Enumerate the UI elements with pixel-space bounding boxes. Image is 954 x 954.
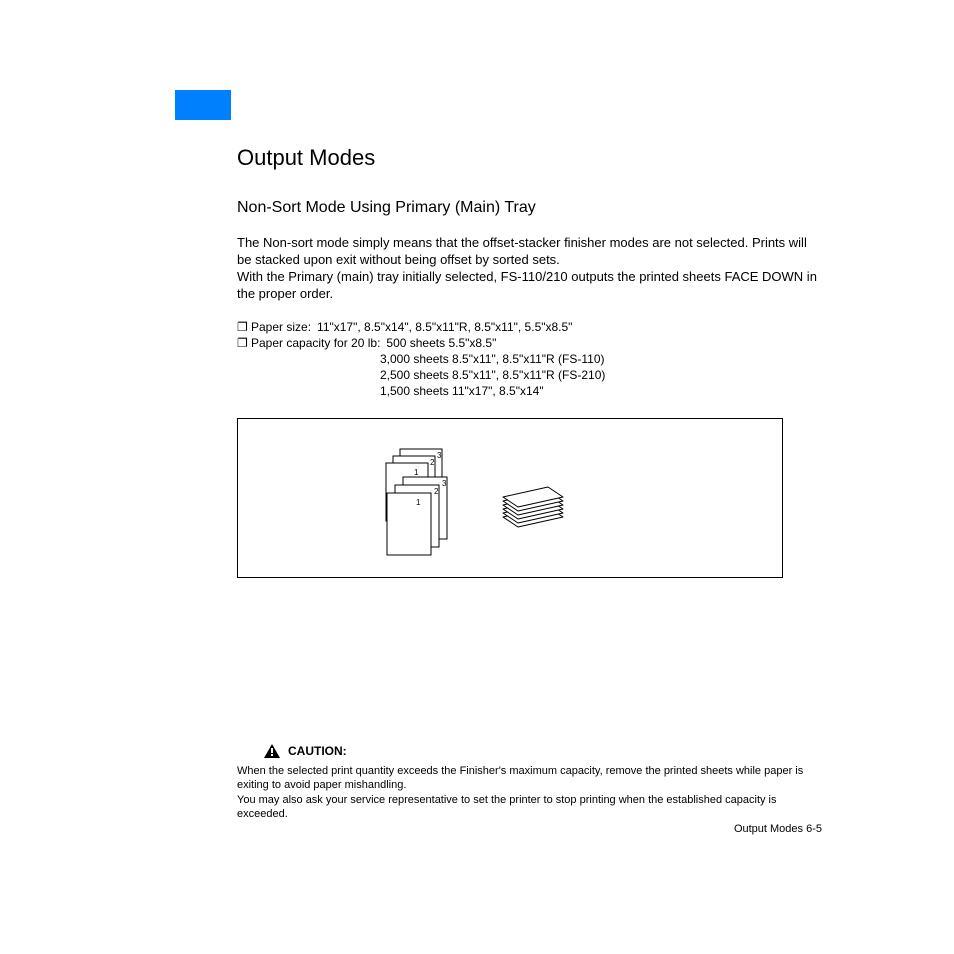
spec-value: 11"x17", 8.5"x14", 8.5"x11"R, 8.5"x11", … xyxy=(311,319,572,335)
page-number: 1 xyxy=(414,468,419,477)
page-stack-front: 3 2 1 xyxy=(387,477,447,555)
spec-label: Paper capacity for 20 lb: xyxy=(251,335,380,351)
bullet-icon: ❐ xyxy=(237,319,251,335)
page-number: 2 xyxy=(434,487,439,496)
spec-value: 1,500 sheets 11"x17", 8.5"x14" xyxy=(380,383,822,399)
page-number: 2 xyxy=(430,458,435,467)
warning-icon xyxy=(264,744,280,758)
specifications: ❐ Paper size: 11"x17", 8.5"x14", 8.5"x11… xyxy=(237,319,822,400)
section-heading: Non-Sort Mode Using Primary (Main) Tray xyxy=(237,199,822,217)
output-stack-icon xyxy=(503,487,563,527)
output-diagram: 3 2 1 3 2 1 xyxy=(237,418,783,578)
caution-block: CAUTION: When the selected print quantit… xyxy=(237,744,822,821)
page-footer: Output Modes 6-5 xyxy=(734,823,822,835)
diagram-svg: 3 2 1 3 2 1 xyxy=(238,419,782,577)
caution-text: When the selected print quantity exceeds… xyxy=(237,764,822,821)
caution-label: CAUTION: xyxy=(288,744,347,758)
page-number: 3 xyxy=(437,451,442,460)
page-number: 1 xyxy=(416,498,421,507)
spec-value: 3,000 sheets 8.5"x11", 8.5"x11"R (FS-110… xyxy=(380,351,822,367)
main-content: Output Modes Non-Sort Mode Using Primary… xyxy=(237,145,822,578)
body-text: The Non-sort mode simply means that the … xyxy=(237,235,822,303)
page-number: 3 xyxy=(442,479,447,488)
section-tab xyxy=(175,90,231,120)
spec-label: Paper size: xyxy=(251,319,311,335)
spec-value: 2,500 sheets 8.5"x11", 8.5"x11"R (FS-210… xyxy=(380,367,822,383)
page-title: Output Modes xyxy=(237,145,822,171)
bullet-icon: ❐ xyxy=(237,335,251,351)
spec-value: 500 sheets 5.5"x8.5" xyxy=(380,335,496,351)
